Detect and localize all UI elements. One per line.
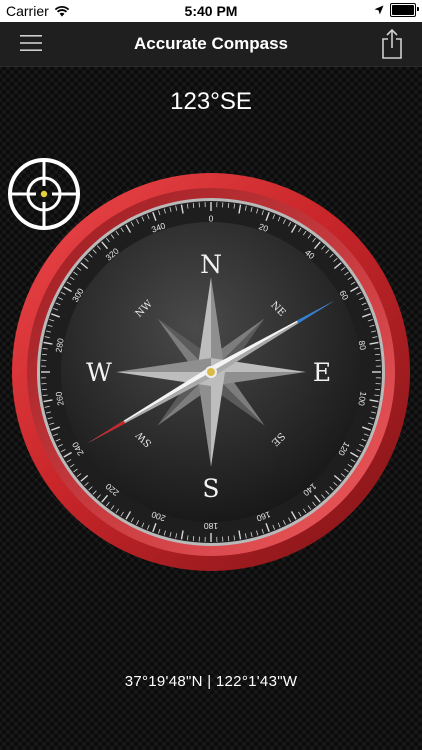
- cardinal-s-label: S: [202, 474, 219, 503]
- wifi-icon: [54, 5, 70, 17]
- degree-tick: [375, 353, 381, 356]
- coordinates-readout: 37°19'48"N | 122°1'43"W: [124, 673, 298, 690]
- needle-hub: [207, 368, 215, 376]
- nav-bar: Accurate Compass: [0, 22, 422, 67]
- cardinal-e-label: E: [313, 358, 331, 387]
- degree-tick: [375, 388, 381, 391]
- status-right: [374, 3, 419, 17]
- degree-tick: [227, 536, 230, 542]
- carrier-label: Carrier: [6, 3, 49, 19]
- degree-tick: [41, 353, 47, 356]
- location-arrow-icon: [374, 5, 384, 15]
- degree-tick: [192, 536, 195, 542]
- degree-tick: [41, 388, 47, 391]
- compass-dial[interactable]: 0204060801001201401601802002202402602803…: [11, 172, 411, 572]
- status-bar: Carrier 5:40 PM: [0, 0, 422, 22]
- nav-title: Accurate Compass: [133, 34, 288, 53]
- heading-readout: 123°SE: [170, 88, 252, 115]
- battery-icon: [390, 3, 419, 17]
- status-left: Carrier: [6, 3, 70, 19]
- degree-label: 80: [357, 340, 369, 351]
- degree-label: 0: [209, 213, 214, 223]
- degree-tick: [227, 202, 230, 208]
- cardinal-w-label: W: [86, 358, 112, 387]
- degree-label: 180: [204, 521, 218, 531]
- cardinal-n-label: N: [200, 250, 222, 279]
- degree-tick: [192, 202, 195, 208]
- share-icon[interactable]: [380, 28, 404, 60]
